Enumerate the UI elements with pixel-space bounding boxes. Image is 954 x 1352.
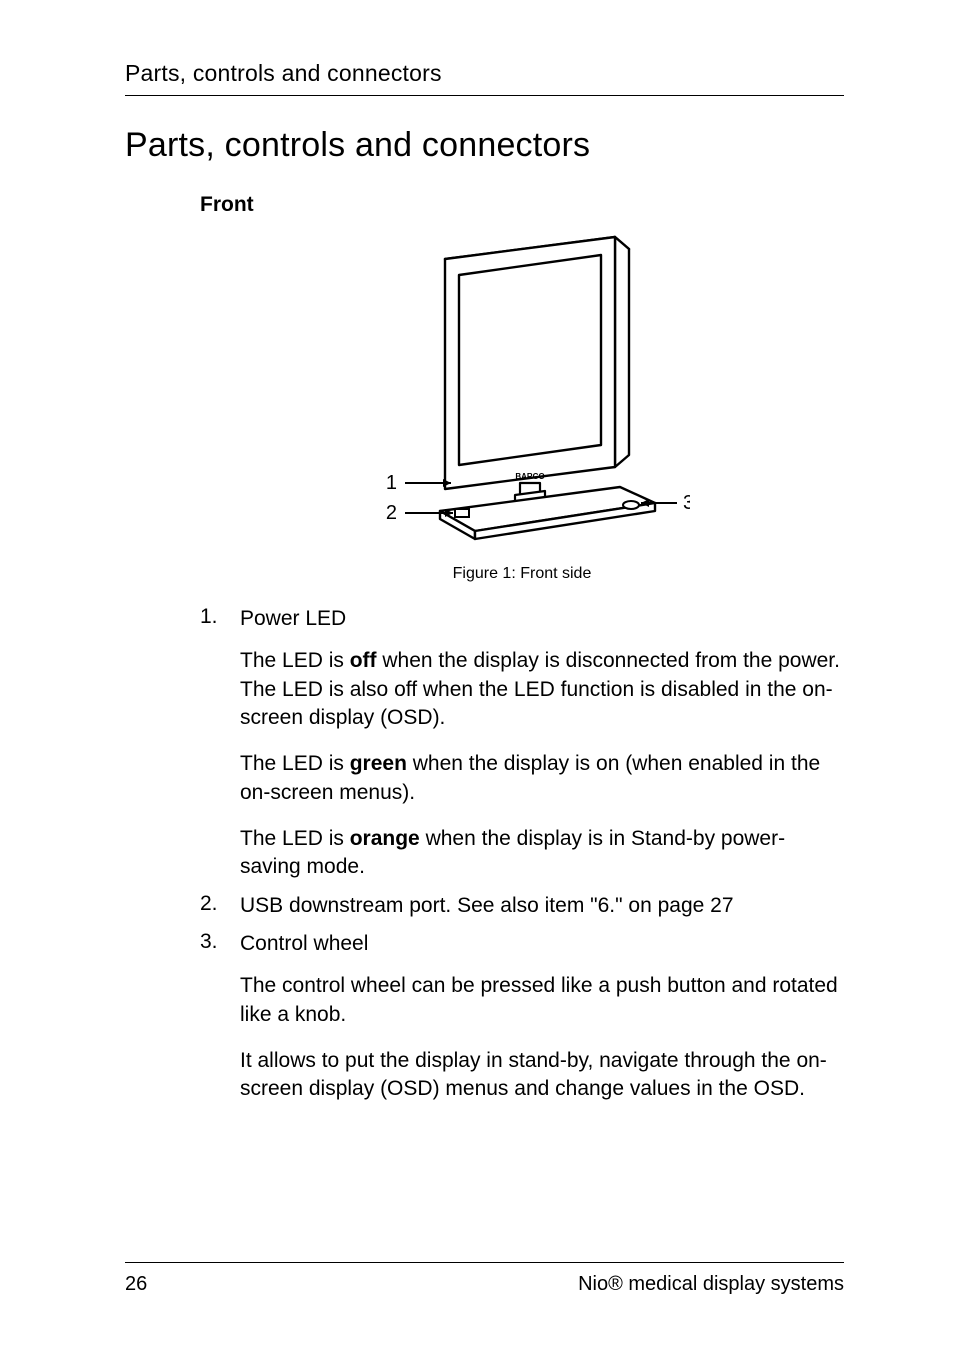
- item-title: Power LED: [240, 605, 844, 633]
- brand-label: BARCO: [515, 472, 544, 481]
- item-body: USB downstream port. See also item "6." …: [240, 892, 844, 920]
- list-item: 1. Power LED The LED is off when the dis…: [200, 605, 844, 882]
- paragraph: The LED is off when the display is disco…: [240, 647, 844, 732]
- item-title: Control wheel: [240, 930, 844, 958]
- paragraph: It allows to put the display in stand-by…: [240, 1047, 844, 1104]
- item-number: 2.: [200, 892, 240, 920]
- callout-1: 1: [385, 472, 396, 494]
- figure-caption: Figure 1: Front side: [200, 565, 844, 583]
- running-header: Parts, controls and connectors: [125, 60, 844, 96]
- page-number: 26: [125, 1273, 147, 1296]
- list-item: 2. USB downstream port. See also item "6…: [200, 892, 844, 920]
- doc-title-footer: Nio® medical display systems: [578, 1273, 844, 1296]
- item-body: Control wheel The control wheel can be p…: [240, 930, 844, 1104]
- figure-front-side: BARCO: [200, 231, 844, 547]
- paragraph: The LED is orange when the display is in…: [240, 825, 844, 882]
- item-number: 3.: [200, 930, 240, 1104]
- subhead-front: Front: [200, 193, 844, 217]
- callout-2: 2: [385, 502, 396, 524]
- numbered-list: 1. Power LED The LED is off when the dis…: [200, 605, 844, 1104]
- list-item: 3. Control wheel The control wheel can b…: [200, 930, 844, 1104]
- content-block: Front BARCO: [200, 193, 844, 583]
- item-title: USB downstream port. See also item "6." …: [240, 892, 844, 920]
- page: Parts, controls and connectors Parts, co…: [0, 0, 954, 1352]
- section-title: Parts, controls and connectors: [125, 126, 844, 165]
- callout-3: 3: [683, 492, 690, 514]
- paragraph: The LED is green when the display is on …: [240, 750, 844, 807]
- item-number: 1.: [200, 605, 240, 882]
- monitor-diagram: BARCO: [355, 231, 690, 541]
- paragraph: The control wheel can be pressed like a …: [240, 972, 844, 1029]
- item-body: Power LED The LED is off when the displa…: [240, 605, 844, 882]
- footer: 26 Nio® medical display systems: [125, 1262, 844, 1296]
